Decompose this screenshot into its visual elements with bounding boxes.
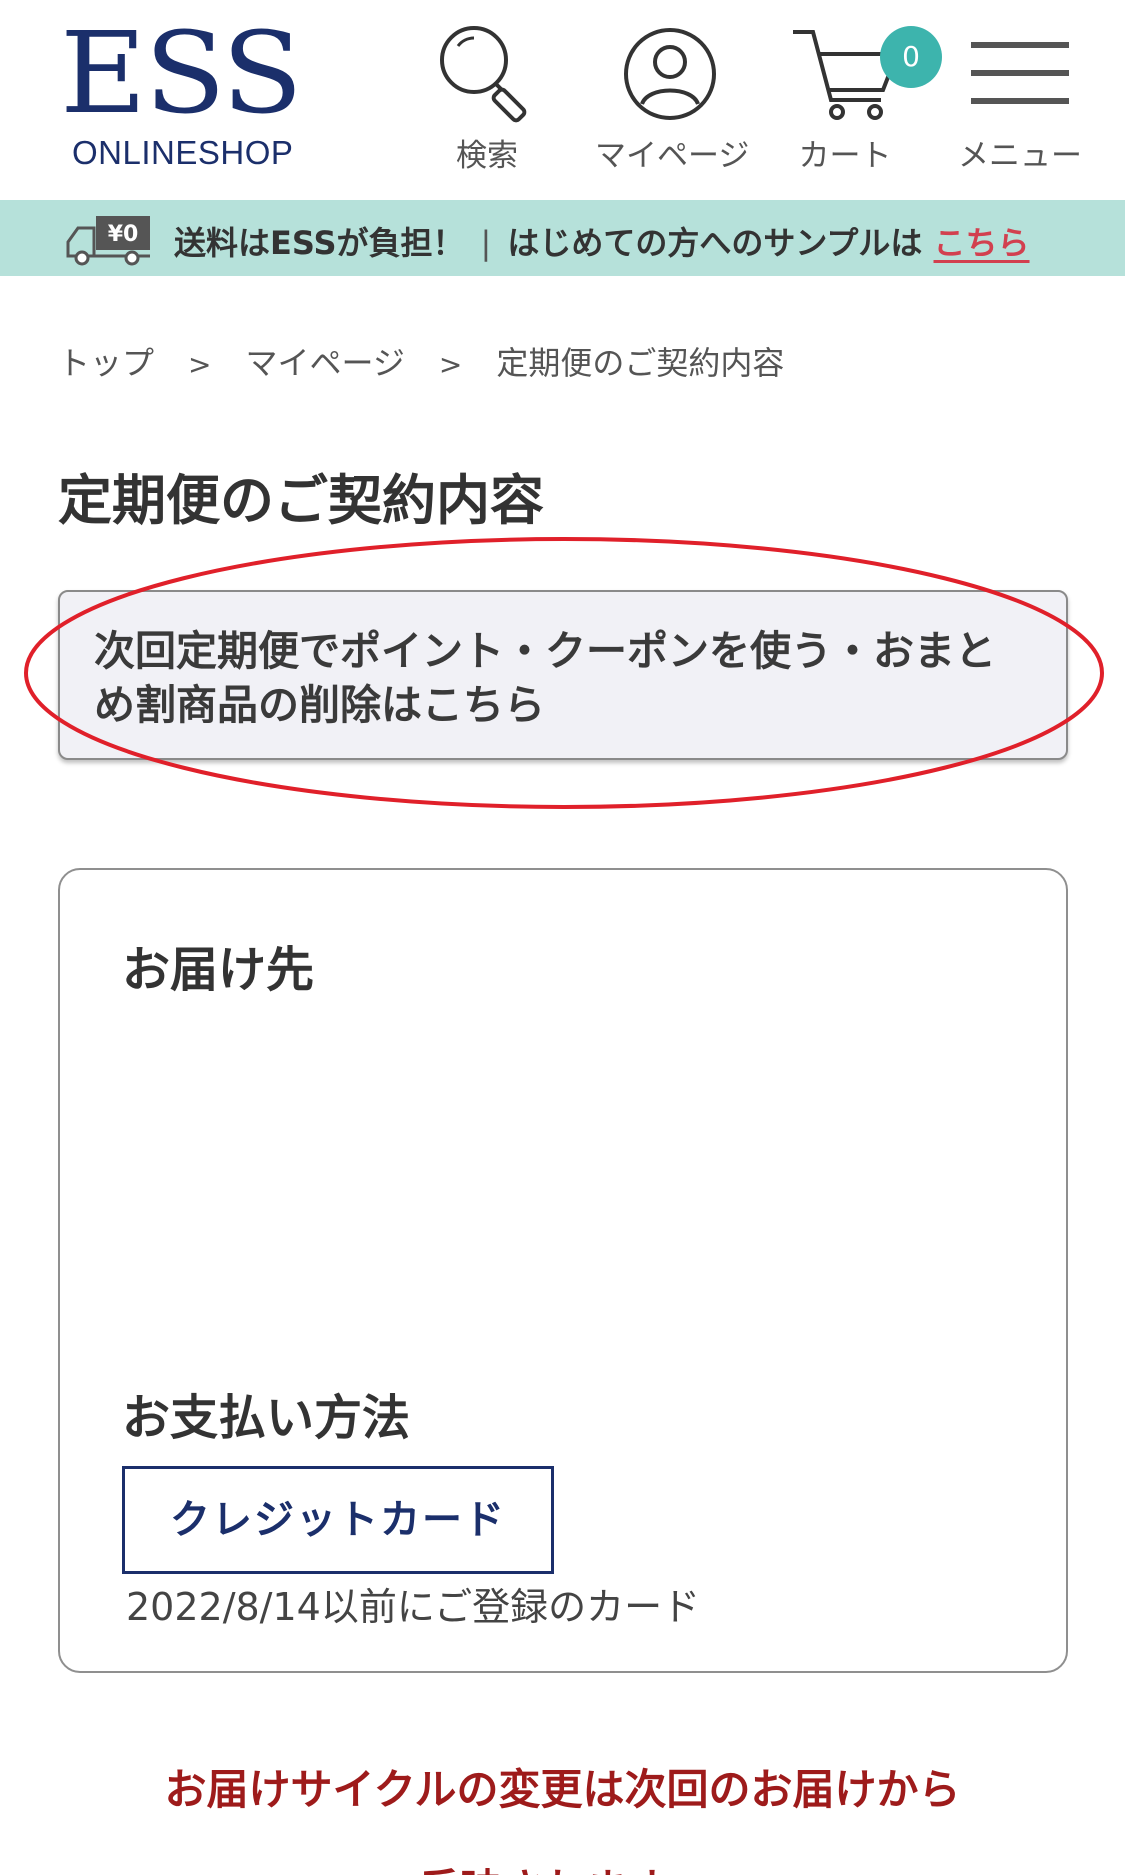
breadcrumb-top[interactable]: トップ: [58, 344, 154, 382]
sample-text: はじめての方へのサンプルは: [507, 224, 923, 262]
cycle-notice-line-1: お届けサイクルの変更は次回のお届けから: [164, 1765, 961, 1814]
breadcrumb-current: 定期便のご契約内容: [496, 344, 785, 382]
hamburger-menu-icon: [971, 42, 1069, 104]
cart-count-badge: 0: [880, 26, 942, 88]
banner-text: 送料はESSが負担！ | はじめての方へのサンプルは こちら: [174, 218, 1030, 264]
notice-text: 次回定期便でポイント・クーポンを使う・おまとめ割商品の削除はこちら: [94, 627, 996, 729]
shipping-banner: ¥0 送料はESSが負担！ | はじめての方へのサンプルは こちら: [0, 200, 1125, 276]
search-button[interactable]: 検索: [412, 24, 562, 174]
logo-wordmark: ESS: [60, 9, 303, 139]
page-title: 定期便のご契約内容: [58, 469, 544, 532]
breadcrumb: トップ > マイページ > 定期便のご契約内容: [58, 338, 784, 384]
breadcrumb-separator: >: [188, 348, 212, 381]
ess-logo[interactable]: ESS ONLINESHOP: [60, 9, 303, 178]
mypage-label: マイページ: [595, 138, 750, 174]
menu-button[interactable]: メニュー: [945, 24, 1095, 174]
delivery-cycle-notice: お届けサイクルの変更は次回のお届けから 反映されます。: [0, 1740, 1125, 1875]
search-icon: [440, 26, 527, 123]
cycle-notice-line-2: 反映されます。: [0, 1840, 1125, 1875]
credit-card-badge: クレジットカード: [122, 1466, 554, 1574]
search-label: 検索: [456, 138, 518, 174]
sample-link[interactable]: こちら: [934, 224, 1030, 262]
cart-button[interactable]: 0 カート: [770, 24, 942, 174]
menu-label: メニュー: [958, 138, 1082, 174]
user-icon: [624, 28, 716, 120]
registered-card-note: 2022/8/14以前にご登録のカード: [126, 1585, 701, 1629]
breadcrumb-separator: >: [438, 348, 463, 381]
banner-separator: |: [480, 224, 492, 262]
payment-method-heading: お支払い方法: [122, 1390, 411, 1446]
free-shipping-text: 送料はESSが負担！: [174, 224, 465, 262]
logo-subtitle: ONLINESHOP: [72, 134, 294, 171]
breadcrumb-mypage[interactable]: マイページ: [245, 344, 404, 382]
mypage-button[interactable]: マイページ: [595, 24, 750, 174]
cart-label: カート: [798, 138, 892, 174]
truck-price: ¥0: [108, 222, 139, 247]
points-coupon-notice-button[interactable]: 次回定期便でポイント・クーポンを使う・おまとめ割商品の削除はこちら: [58, 590, 1068, 760]
contract-details-card: お届け先 お支払い方法 クレジットカード 2022/8/14以前にご登録のカード: [58, 868, 1068, 1673]
truck-icon: ¥0: [66, 216, 150, 266]
site-header: ESS ONLINESHOP 検索 マイページ 0 カート メニュー: [0, 0, 1125, 200]
delivery-address-heading: お届け先: [122, 942, 315, 998]
